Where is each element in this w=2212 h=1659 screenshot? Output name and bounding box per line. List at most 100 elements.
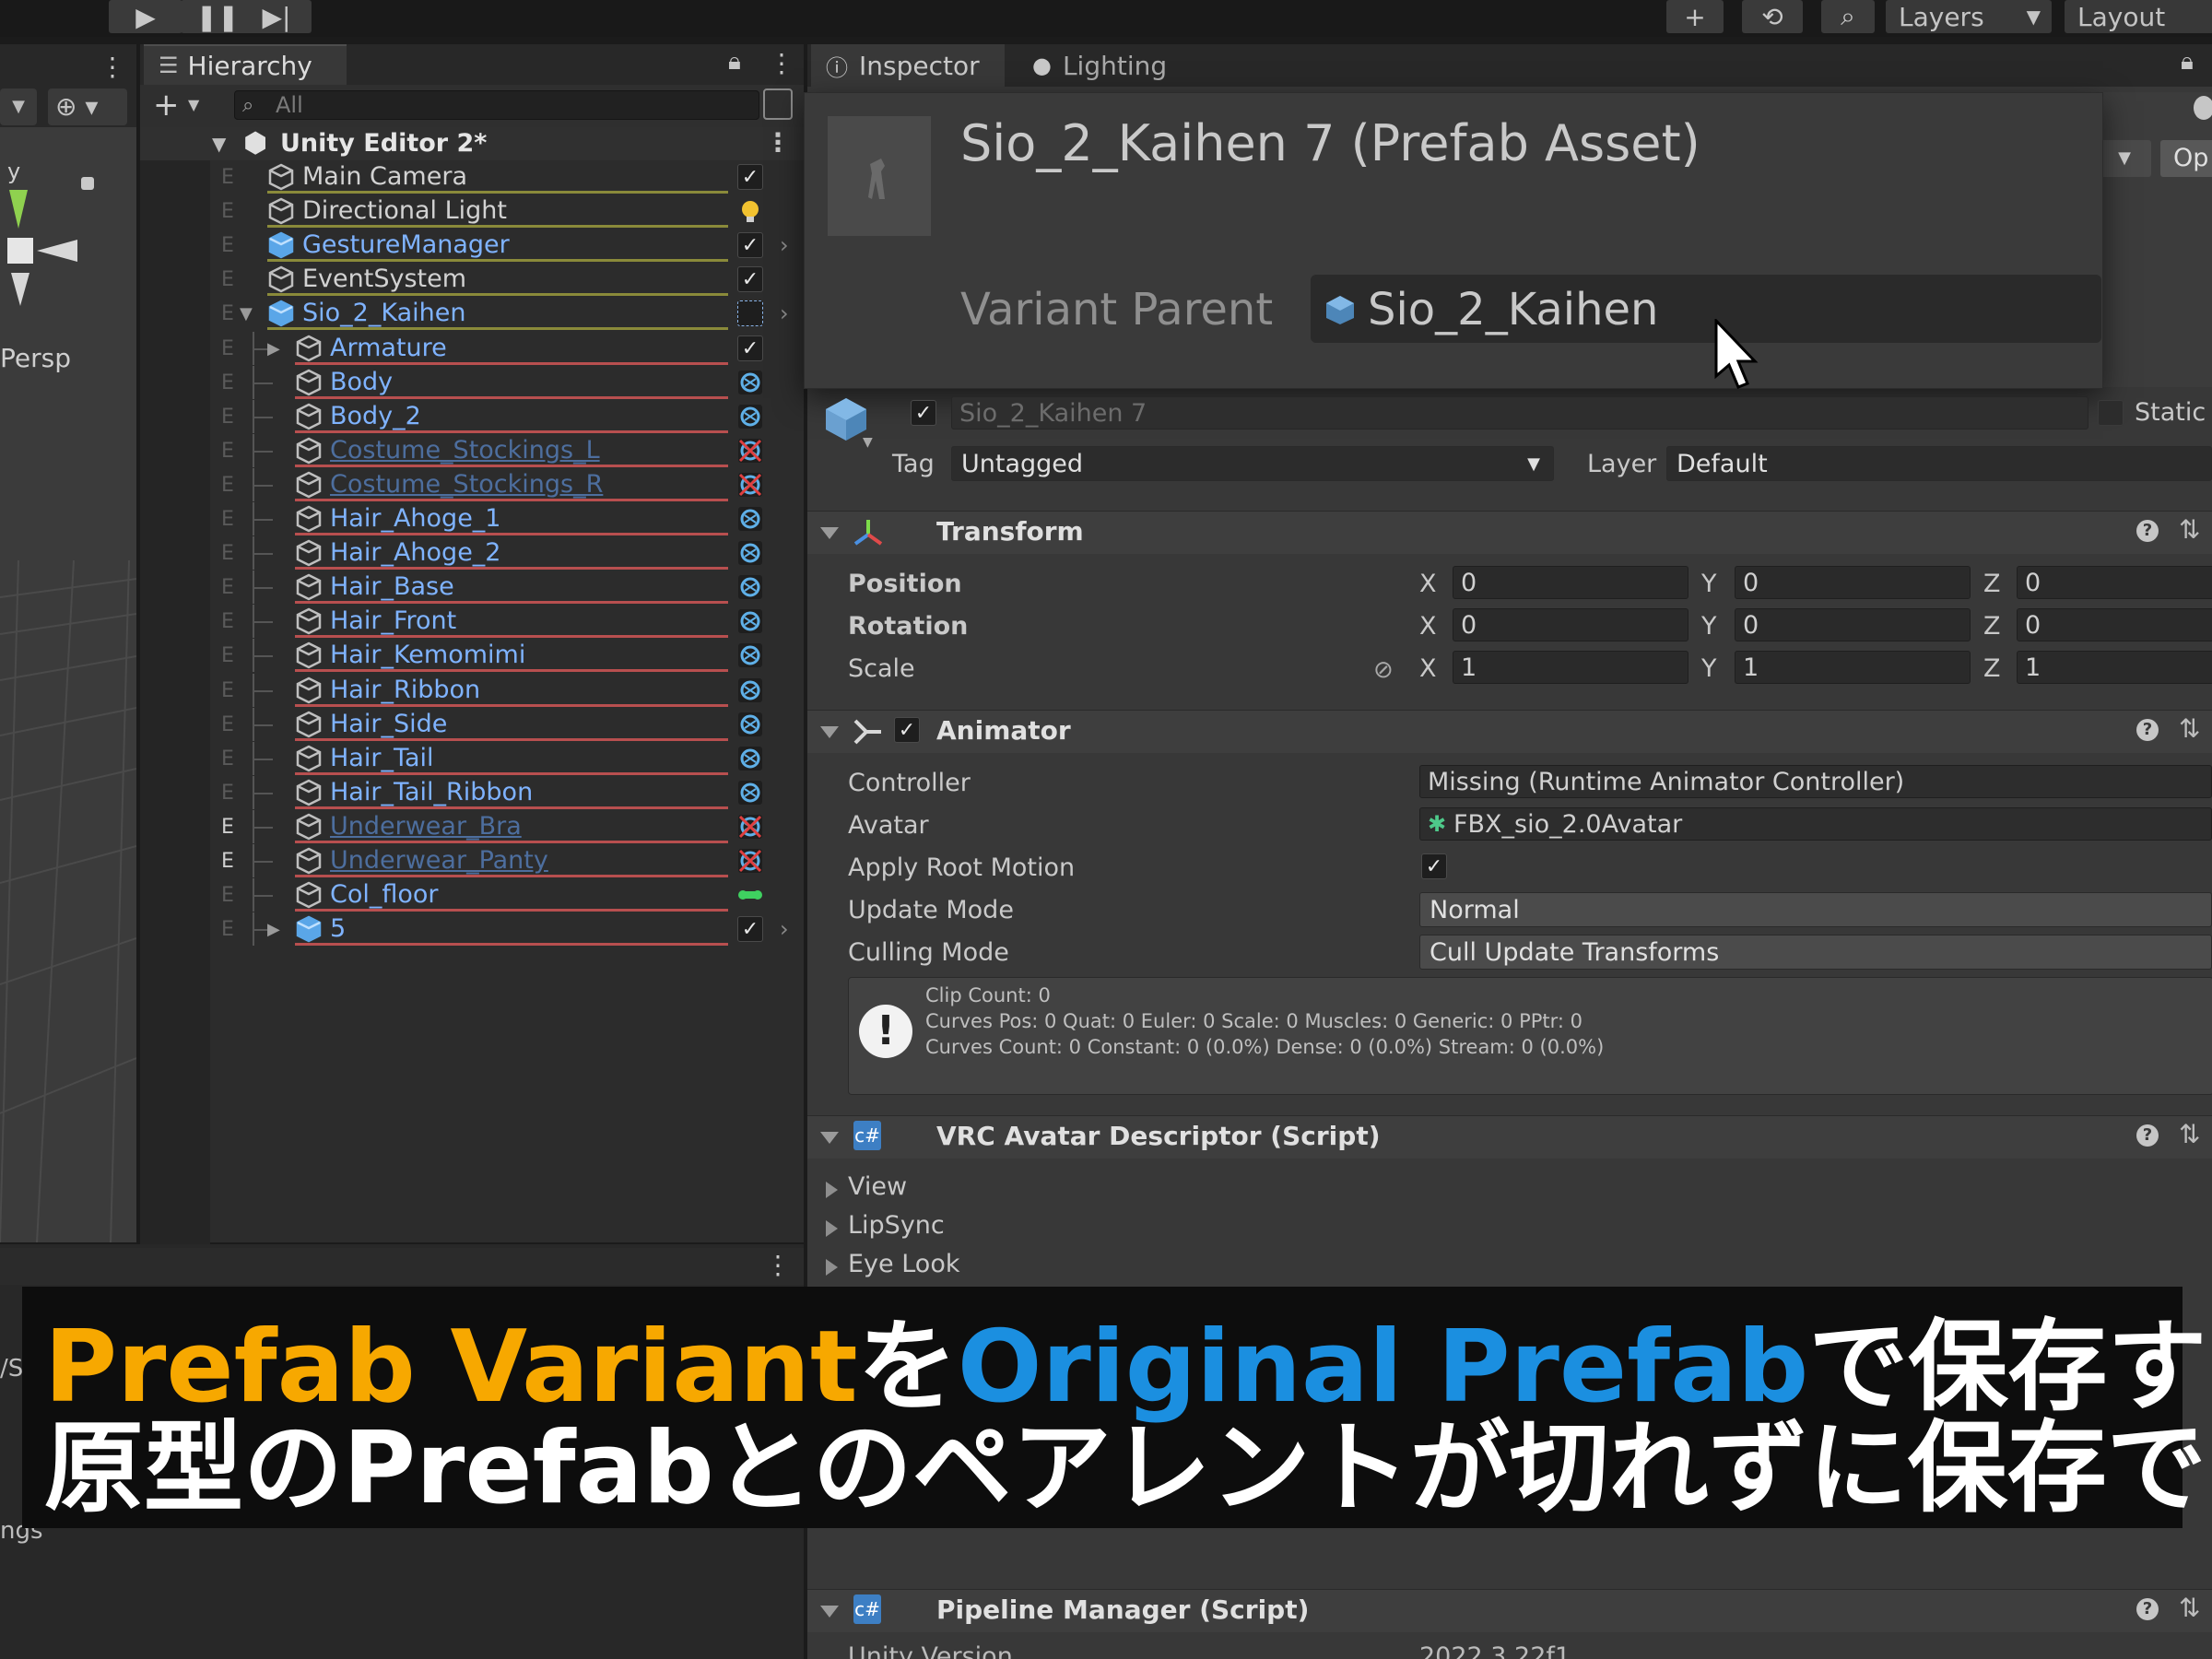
chevron-right-icon[interactable]: › [780, 232, 789, 258]
collider-icon[interactable] [737, 882, 763, 908]
mesh-renderer-icon[interactable] [737, 404, 763, 429]
vrc-foldout-label[interactable]: Eye Look [848, 1250, 959, 1278]
hierarchy-row[interactable]: E Costume_Stockings_L [0, 434, 793, 467]
tag-dropdown[interactable]: Untagged ▼ [951, 446, 1554, 481]
foldout-arrow-icon[interactable] [826, 1182, 838, 1198]
layout-dropdown[interactable]: Layout [2065, 0, 2212, 33]
foldout-arrow-icon[interactable] [826, 1259, 838, 1276]
mesh-renderer-icon[interactable] [737, 746, 763, 771]
hierarchy-row[interactable]: E Body_2 [0, 400, 793, 433]
position-z-field[interactable]: 0 [2017, 566, 2212, 599]
chevron-right-icon[interactable]: ▶ [267, 920, 280, 939]
position-y-field[interactable]: 0 [1735, 566, 1971, 599]
lock-icon[interactable]: 🔒︎ [2181, 48, 2194, 76]
scene-menu-icon[interactable]: ⋮ [765, 127, 791, 158]
mesh-renderer-icon[interactable] [737, 540, 763, 566]
vrc-foldout-label[interactable]: View [848, 1172, 907, 1201]
static-checkbox[interactable] [2098, 400, 2124, 426]
help-icon[interactable]: ? [2136, 520, 2159, 542]
avatar-field[interactable]: ✱ FBX_sio_2.0Avatar [1419, 807, 2212, 841]
search-icon[interactable]: ⌕ [1821, 0, 1875, 33]
active-checkbox[interactable]: ✓ [737, 335, 763, 361]
hierarchy-search-input[interactable]: ⌕ All [234, 90, 759, 120]
active-checkbox[interactable]: ✓ [737, 164, 763, 190]
foldout-arrow-icon[interactable] [820, 1606, 839, 1618]
mesh-renderer-icon[interactable] [737, 574, 763, 600]
foldout-arrow-icon[interactable] [820, 1132, 839, 1144]
settings-icon[interactable]: ⇅ [2179, 1119, 2200, 1149]
hierarchy-row[interactable]: E EventSystem ✓ [0, 263, 793, 296]
active-checkbox[interactable]: ✓ [911, 400, 936, 426]
foldout-arrow-icon[interactable] [820, 527, 839, 539]
vrc-foldout-label[interactable]: LipSync [848, 1211, 945, 1240]
mesh-renderer-icon[interactable] [737, 712, 763, 737]
scene-root-row[interactable]: ▼ ⬢ Unity Editor 2* ⋮ [140, 127, 804, 160]
hierarchy-row[interactable]: E Hair_Ahoge_1 [0, 502, 793, 535]
settings-icon[interactable]: ⇅ [2179, 514, 2200, 545]
scale-x-field[interactable]: 1 [1453, 651, 1688, 684]
position-x-field[interactable]: 0 [1453, 566, 1688, 599]
mesh-renderer-icon[interactable] [737, 370, 763, 395]
settings-icon[interactable]: ⇅ [2179, 1593, 2200, 1623]
chevron-down-icon[interactable]: ▼ [240, 304, 253, 324]
active-checkbox[interactable]: ✓ [737, 266, 763, 292]
rotation-y-field[interactable]: 0 [1735, 608, 1971, 641]
scene-visibility-icon[interactable] [763, 88, 793, 120]
object-name-field[interactable]: Sio_2_Kaihen 7 [951, 396, 2088, 429]
hierarchy-row[interactable]: E Main Camera ✓ [0, 160, 793, 194]
rotation-x-field[interactable]: 0 [1453, 608, 1688, 641]
layers-dropdown[interactable]: Layers ▼ [1886, 0, 2052, 33]
hierarchy-row[interactable]: E Hair_Base [0, 571, 793, 604]
tab-lighting[interactable]: ● Lighting [1018, 44, 1202, 87]
mesh-hidden-icon[interactable] [737, 814, 763, 840]
foldout-arrow-icon[interactable] [826, 1220, 838, 1237]
foldout-arrow-icon[interactable] [820, 726, 839, 738]
lock-icon[interactable]: 🔒︎ [728, 48, 741, 76]
hierarchy-row[interactable]: E Underwear_Bra [0, 810, 793, 843]
hierarchy-row[interactable]: E ▶ 5 ✓ › [0, 912, 793, 946]
scene-menu-icon[interactable]: ⋮ [100, 52, 125, 82]
apply-root-motion-checkbox[interactable]: ✓ [1421, 853, 1447, 879]
help-icon[interactable]: ? [2136, 1124, 2159, 1147]
gizmo-icon[interactable]: ⊕ ▾ [48, 88, 127, 125]
hierarchy-row[interactable]: E Col_floor [0, 878, 793, 912]
hierarchy-row[interactable]: E Hair_Side [0, 708, 793, 741]
layer-dropdown[interactable]: Default [1666, 446, 2212, 481]
help-icon[interactable]: ? [2136, 1598, 2159, 1620]
hierarchy-row[interactable]: E GestureManager ✓ › [0, 229, 793, 262]
project-menu-icon[interactable]: ⋮ [765, 1250, 791, 1280]
controller-field[interactable]: Missing (Runtime Animator Controller) [1419, 765, 2212, 798]
step-button[interactable]: ▶| [241, 0, 312, 33]
rotation-z-field[interactable]: 0 [2017, 608, 2212, 641]
active-checkbox[interactable]: ✓ [737, 232, 763, 258]
chevron-right-icon[interactable]: › [780, 300, 789, 326]
mesh-renderer-icon[interactable] [737, 506, 763, 532]
history-icon[interactable]: ⟲ [1742, 0, 1803, 33]
chevron-down-icon[interactable]: ▼ [863, 435, 873, 450]
hierarchy-row[interactable]: E Hair_Front [0, 605, 793, 638]
mesh-hidden-icon[interactable] [737, 848, 763, 874]
tab-inspector[interactable]: ⓘ Inspector [811, 44, 1005, 87]
culling-mode-dropdown[interactable]: Cull Update Transforms [1419, 935, 2212, 970]
prefab-toggle-icon[interactable] [737, 300, 763, 326]
hierarchy-row[interactable]: E Hair_Ribbon [0, 674, 793, 707]
chevron-down-icon[interactable]: ▼ [2098, 140, 2151, 177]
tab-hierarchy[interactable]: ☰ Hierarchy [144, 44, 347, 85]
mesh-renderer-icon[interactable] [737, 780, 763, 806]
hierarchy-row[interactable]: E Body [0, 366, 793, 399]
help-icon[interactable]: ? [2136, 719, 2159, 741]
animator-enabled-checkbox[interactable]: ✓ [894, 717, 920, 743]
scale-z-field[interactable]: 1 [2017, 651, 2212, 684]
hierarchy-row[interactable]: E Hair_Kemomimi [0, 639, 793, 672]
add-icon[interactable]: + [1666, 0, 1724, 33]
play-button[interactable]: ▶ [109, 0, 182, 33]
chevron-down-icon[interactable]: ▼ [188, 96, 199, 113]
scale-y-field[interactable]: 1 [1735, 651, 1971, 684]
hierarchy-row[interactable]: E Hair_Tail [0, 742, 793, 775]
light-bulb-icon[interactable] [737, 198, 763, 224]
help-icon[interactable] [2194, 96, 2212, 120]
hierarchy-row[interactable]: E Directional Light [0, 194, 793, 228]
chevron-right-icon[interactable]: ▶ [267, 339, 280, 359]
mesh-hidden-icon[interactable] [737, 438, 763, 464]
update-mode-dropdown[interactable]: Normal [1419, 892, 2212, 927]
